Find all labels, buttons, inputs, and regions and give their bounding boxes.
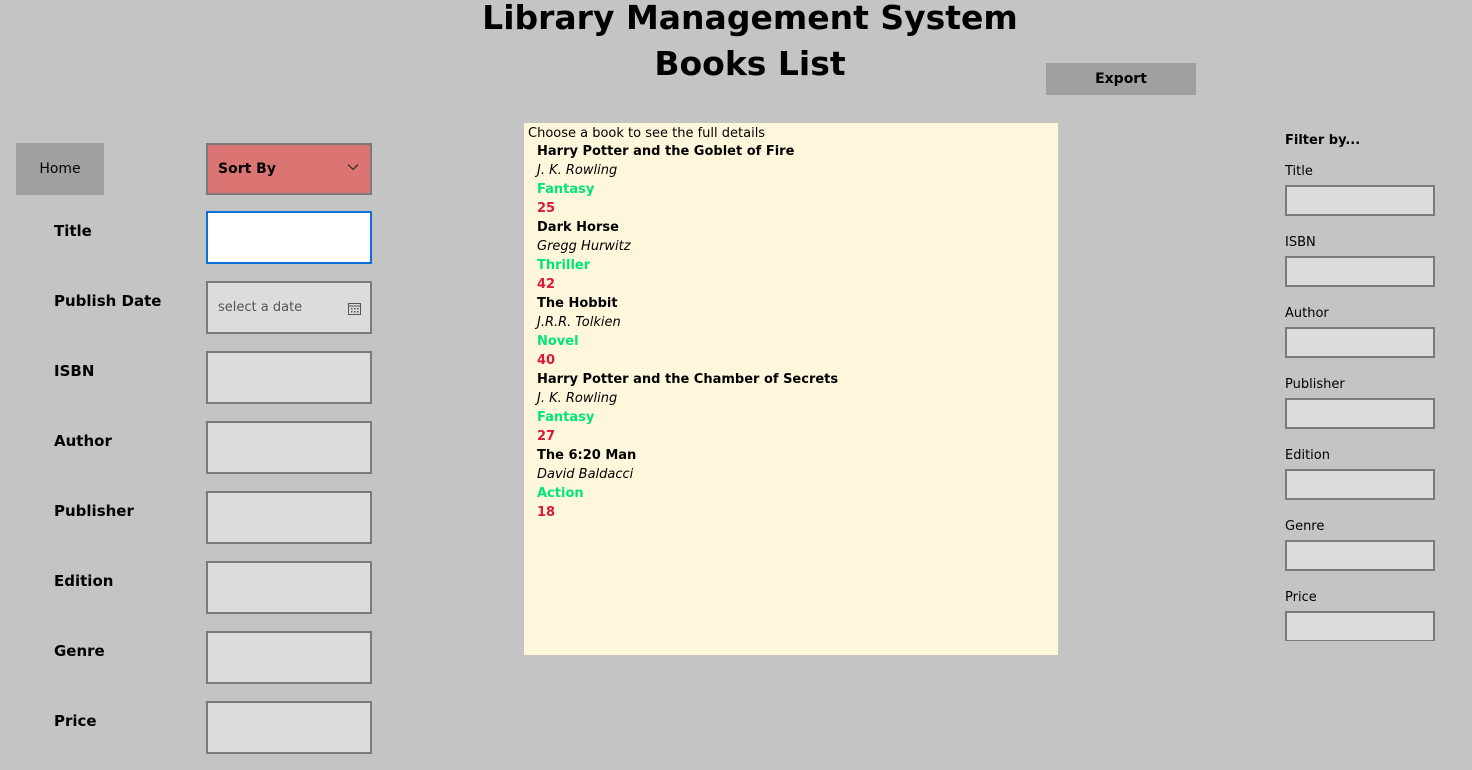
book-price: 25 bbox=[537, 201, 556, 216]
genre-label: Genre bbox=[54, 642, 105, 660]
book-title: Harry Potter and the Chamber of Secrets bbox=[537, 372, 839, 387]
author-input[interactable] bbox=[206, 421, 372, 474]
book-author: J. K. Rowling bbox=[537, 391, 618, 406]
book-author: David Baldacci bbox=[537, 467, 634, 482]
filter-price-clip bbox=[1285, 611, 1435, 641]
filter-title-label: Title bbox=[1285, 164, 1313, 179]
filter-author-label: Author bbox=[1285, 306, 1329, 321]
filter-genre-input[interactable] bbox=[1285, 540, 1435, 571]
filter-edition-label: Edition bbox=[1285, 448, 1330, 463]
book-genre: Action bbox=[537, 486, 584, 501]
book-author: J. K. Rowling bbox=[537, 163, 618, 178]
edition-input[interactable] bbox=[206, 561, 372, 614]
filter-genre-label: Genre bbox=[1285, 519, 1325, 534]
book-author: Gregg Hurwitz bbox=[537, 239, 631, 254]
title-label: Title bbox=[54, 222, 92, 240]
filter-author-input[interactable] bbox=[1285, 327, 1435, 358]
book-list-item[interactable]: The Hobbit J.R.R. Tolkien Novel 40 bbox=[537, 294, 1058, 370]
calendar-icon bbox=[348, 303, 361, 315]
title-input[interactable] bbox=[206, 211, 372, 264]
book-title: Harry Potter and the Goblet of Fire bbox=[537, 144, 795, 159]
book-price: 40 bbox=[537, 353, 556, 368]
book-title: The 6:20 Man bbox=[537, 448, 637, 463]
publish-date-label: Publish Date bbox=[54, 292, 162, 310]
book-title: Dark Horse bbox=[537, 220, 619, 235]
author-label: Author bbox=[54, 432, 112, 450]
book-price: 42 bbox=[537, 277, 556, 292]
books-list-hint: Choose a book to see the full details bbox=[528, 126, 766, 141]
filter-publisher-input[interactable] bbox=[1285, 398, 1435, 429]
sort-by-label: Sort By bbox=[218, 161, 276, 177]
book-price: 27 bbox=[537, 429, 556, 444]
filter-price-label: Price bbox=[1285, 590, 1317, 605]
isbn-label: ISBN bbox=[54, 362, 95, 380]
books-list: Harry Potter and the Goblet of Fire J. K… bbox=[528, 142, 1058, 522]
filter-isbn-input[interactable] bbox=[1285, 256, 1435, 287]
filter-isbn-label: ISBN bbox=[1285, 235, 1316, 250]
book-genre: Fantasy bbox=[537, 182, 595, 197]
book-list-item[interactable]: The 6:20 Man David Baldacci Action 18 bbox=[537, 446, 1058, 522]
filter-title-input[interactable] bbox=[1285, 185, 1435, 216]
publisher-label: Publisher bbox=[54, 502, 134, 520]
chevron-down-icon bbox=[347, 164, 359, 171]
app-title: Library Management System bbox=[482, 0, 1018, 37]
price-label: Price bbox=[54, 712, 97, 730]
book-list-item[interactable]: Harry Potter and the Chamber of Secrets … bbox=[537, 370, 1058, 446]
publish-date-picker[interactable]: select a date bbox=[206, 281, 372, 334]
book-genre: Thriller bbox=[537, 258, 591, 273]
filter-edition-input[interactable] bbox=[1285, 469, 1435, 500]
home-button[interactable]: Home bbox=[16, 143, 104, 195]
page-title: Books List bbox=[654, 44, 846, 83]
filter-heading: Filter by... bbox=[1285, 133, 1361, 148]
book-list-item[interactable]: Dark Horse Gregg Hurwitz Thriller 42 bbox=[537, 218, 1058, 294]
book-title: The Hobbit bbox=[537, 296, 618, 311]
sort-by-dropdown[interactable]: Sort By bbox=[206, 143, 372, 195]
book-list-item[interactable]: Harry Potter and the Goblet of Fire J. K… bbox=[537, 142, 1058, 218]
filter-publisher-label: Publisher bbox=[1285, 377, 1345, 392]
filter-price-input[interactable] bbox=[1285, 611, 1435, 641]
book-genre: Fantasy bbox=[537, 410, 595, 425]
price-input[interactable] bbox=[206, 701, 372, 754]
book-genre: Novel bbox=[537, 334, 579, 349]
book-author: J.R.R. Tolkien bbox=[537, 315, 621, 330]
edition-label: Edition bbox=[54, 572, 114, 590]
book-price: 18 bbox=[537, 505, 556, 520]
publish-date-placeholder: select a date bbox=[218, 300, 303, 315]
genre-input[interactable] bbox=[206, 631, 372, 684]
export-button[interactable]: Export bbox=[1046, 63, 1196, 95]
isbn-input[interactable] bbox=[206, 351, 372, 404]
publisher-input[interactable] bbox=[206, 491, 372, 544]
books-list-panel: Choose a book to see the full details Ha… bbox=[524, 123, 1058, 655]
